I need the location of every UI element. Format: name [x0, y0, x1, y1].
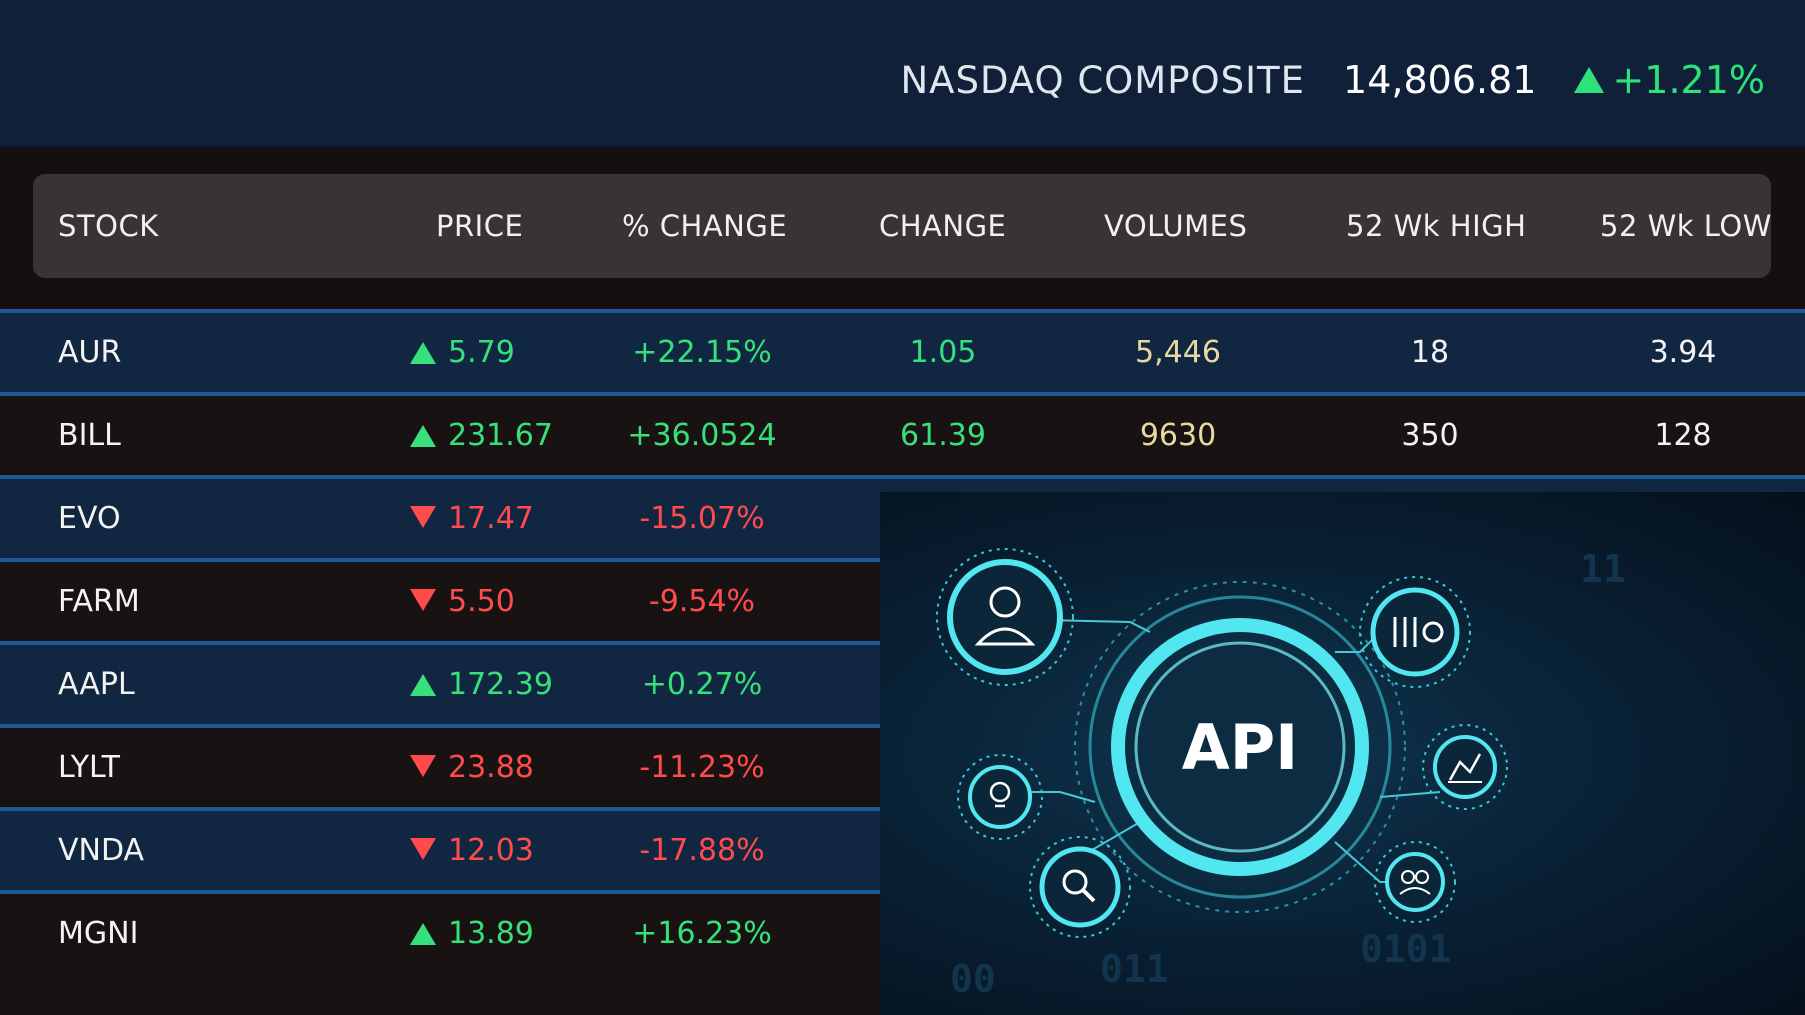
index-header: NASDAQ COMPOSITE 14,806.81 +1.21%: [0, 0, 1805, 148]
background-digits: 00: [950, 957, 996, 1001]
index-value: 14,806.81: [1343, 58, 1537, 102]
background-digits: 0101: [1360, 927, 1452, 971]
up-arrow-icon: [410, 923, 436, 945]
column-header-stock[interactable]: STOCK: [58, 174, 159, 278]
low-52wk-value: 3.94: [1649, 335, 1717, 370]
up-arrow-icon: [410, 674, 436, 696]
stock-symbol: AAPL: [58, 667, 135, 702]
user-icon: [936, 548, 1074, 686]
stock-ticker-screen: NASDAQ COMPOSITE 14,806.81 +1.21% STOCK …: [0, 0, 1805, 1015]
stock-symbol: FARM: [58, 584, 140, 619]
percent-change: -9.54%: [648, 584, 756, 619]
index-change: +1.21%: [1574, 58, 1765, 102]
column-header-52wk-low[interactable]: 52 Wk LOW: [1600, 174, 1772, 278]
column-header-volumes[interactable]: VOLUMES: [1104, 174, 1247, 278]
price-cell: 5.50: [410, 562, 515, 642]
search-icon: [1029, 836, 1131, 938]
column-header-price[interactable]: PRICE: [436, 174, 523, 278]
up-arrow-icon: [410, 342, 436, 364]
percent-change: +0.27%: [641, 667, 763, 702]
api-illustration: 00 011 0101 11 API: [936, 547, 1626, 1001]
background-digits: 11: [1580, 547, 1626, 591]
down-arrow-icon: [410, 506, 436, 528]
stock-symbol: VNDA: [58, 833, 145, 868]
table-row[interactable]: BILL 231.67 +36.0524 61.39 9630 350 128: [0, 392, 1805, 476]
api-label: API: [1182, 711, 1299, 784]
column-header-52wk-high[interactable]: 52 Wk HIGH: [1346, 174, 1526, 278]
stock-symbol: EVO: [58, 501, 121, 536]
down-arrow-icon: [410, 589, 436, 611]
stock-symbol: MGNI: [58, 916, 139, 951]
stock-symbol: BILL: [58, 418, 121, 453]
low-52wk-value: 128: [1654, 418, 1712, 453]
table-header-row: STOCK PRICE % CHANGE CHANGE VOLUMES 52 W…: [33, 174, 1771, 278]
percent-change: -17.88%: [639, 833, 765, 868]
down-arrow-icon: [410, 755, 436, 777]
chart-icon: [1422, 724, 1508, 810]
index-change-value: +1.21%: [1612, 58, 1765, 102]
percent-change: +16.23%: [632, 916, 772, 951]
up-arrow-icon: [1574, 67, 1605, 93]
settings-sliders-icon: [1359, 576, 1471, 688]
price-cell: 5.79: [410, 313, 515, 393]
api-image-overlay: 00 011 0101 11 API: [880, 492, 1805, 1015]
stock-symbol: LYLT: [58, 750, 120, 785]
stock-symbol: AUR: [58, 335, 122, 370]
column-header-change[interactable]: CHANGE: [879, 174, 1006, 278]
up-arrow-icon: [410, 425, 436, 447]
down-arrow-icon: [410, 838, 436, 860]
background-digits: 011: [1100, 947, 1169, 991]
index-summary: NASDAQ COMPOSITE 14,806.81 +1.21%: [900, 50, 1765, 110]
percent-change: -15.07%: [639, 501, 765, 536]
lightbulb-icon: [957, 754, 1043, 840]
percent-change: -11.23%: [639, 750, 765, 785]
table-row[interactable]: AUR 5.79 +22.15% 1.05 5,446 18 3.94: [0, 309, 1805, 393]
column-header-pct-change[interactable]: % CHANGE: [622, 174, 787, 278]
index-name: NASDAQ COMPOSITE: [900, 58, 1306, 102]
